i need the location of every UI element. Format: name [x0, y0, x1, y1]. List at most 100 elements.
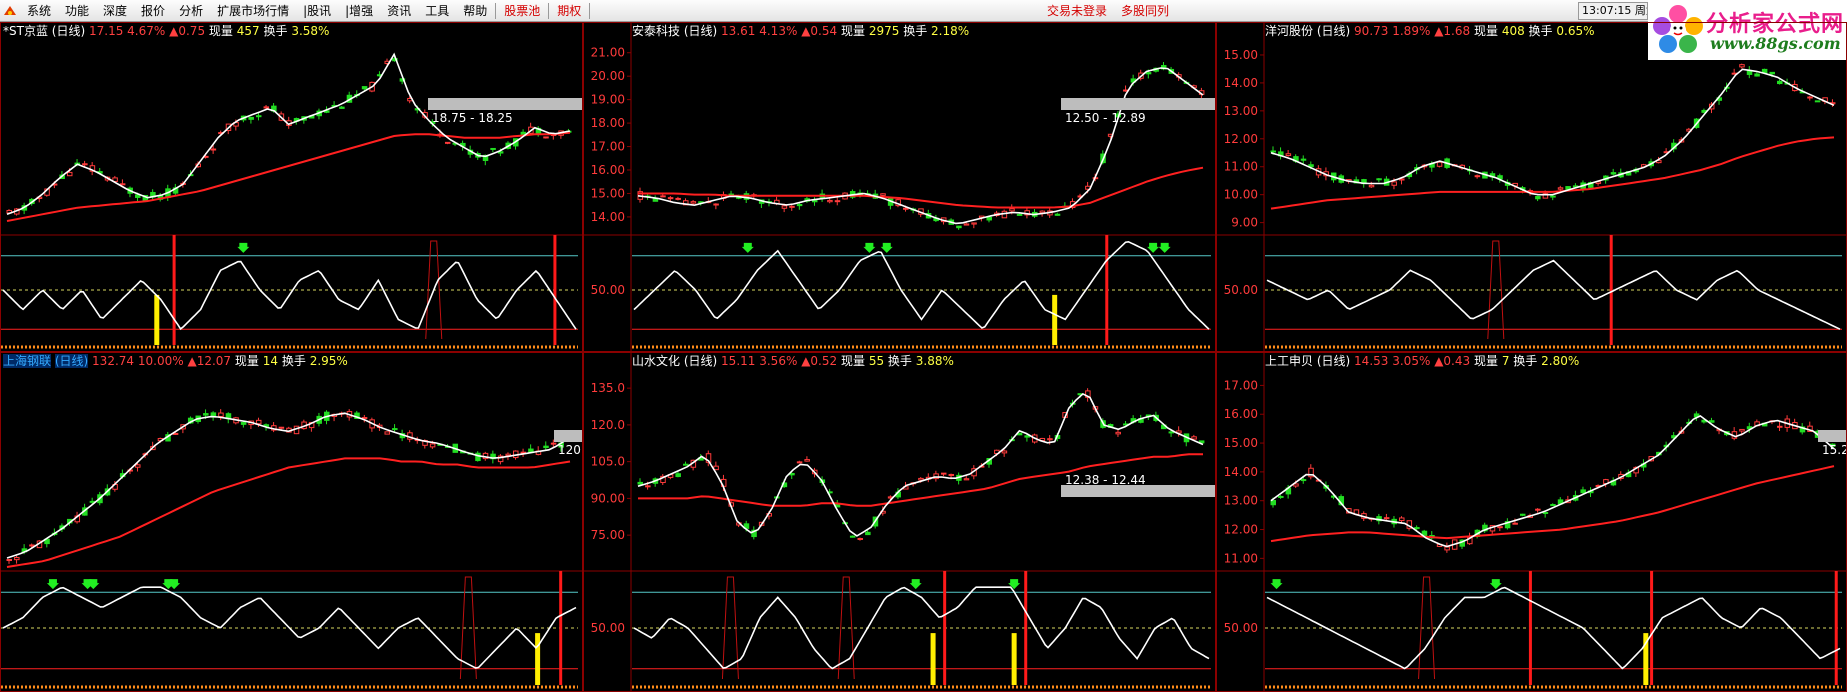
osc-tick-label: 50.00	[591, 621, 625, 635]
oscillator-line	[2, 586, 577, 669]
candle	[550, 442, 557, 445]
menu-stock-news[interactable]: |股讯	[296, 0, 338, 22]
stock-panel-1[interactable]: *ST京蓝 (日线) 17.15 4.67% ▲0.75 现量 457 换手 3…	[0, 22, 583, 352]
candle	[210, 148, 217, 151]
y-tick-label: 14.00	[1224, 465, 1258, 479]
oscillator-line	[633, 240, 1210, 330]
candle	[948, 473, 955, 476]
candle	[1708, 420, 1715, 423]
kline-chart[interactable]: 120.6	[1, 353, 583, 692]
candle	[1300, 158, 1307, 161]
red-signal-bar	[1834, 571, 1838, 685]
menu-help[interactable]: 帮助	[456, 0, 494, 22]
y-tick-label: 14.00	[591, 210, 625, 224]
buy-arrow-icon	[741, 242, 754, 253]
yellow-signal-bar	[1011, 633, 1017, 685]
candle	[963, 478, 970, 481]
menu-analysis[interactable]: 分析	[172, 0, 210, 22]
stock-panel-3[interactable]: 洋河股份 (日线) 90.73 1.89% ▲1.68 现量 408 换手 0.…	[1216, 22, 1847, 352]
candle	[903, 207, 909, 210]
osc-tick-label: 50.00	[1224, 283, 1258, 297]
y-tick-label: 13.00	[1224, 104, 1258, 118]
candle	[1054, 213, 1061, 216]
red-signal-bar	[943, 571, 947, 685]
y-tick-label: 16.00	[1224, 407, 1258, 421]
candle	[645, 485, 651, 488]
candle	[971, 222, 977, 225]
candle	[6, 559, 12, 562]
candle	[1535, 196, 1541, 200]
candle	[1001, 450, 1008, 454]
candle	[1383, 517, 1390, 520]
menu-separator	[589, 2, 591, 19]
menu-options[interactable]: 期权	[550, 0, 588, 22]
y-tick-label: 19.00	[591, 93, 625, 107]
candle	[667, 197, 674, 200]
candle	[1168, 431, 1175, 434]
fast-ma-line	[1270, 68, 1835, 196]
menu-separator	[548, 2, 550, 19]
y-tick-label: 75.00	[591, 528, 625, 542]
candle	[255, 115, 262, 118]
candle	[986, 216, 992, 221]
menu-tools[interactable]: 工具	[418, 0, 456, 22]
menu-enhance[interactable]: |增强	[338, 0, 380, 22]
kline-chart[interactable]: 15.00 14.00 13.00 12.00 11.00 10.00 9.00 50.00	[1217, 23, 1847, 352]
menu-separator	[495, 2, 497, 19]
stock-panel-2[interactable]: 安泰科技 (日线) 13.61 4.13% ▲0.54 现量 2975 换手 2…	[583, 22, 1216, 352]
candle	[429, 443, 436, 448]
candle	[940, 472, 947, 475]
buy-arrow-icon	[46, 579, 59, 590]
y-tick-label: 17.00	[591, 140, 625, 154]
menu-depth[interactable]: 深度	[96, 0, 134, 22]
menu-function[interactable]: 功能	[58, 0, 96, 22]
menu-stock-pool[interactable]: 股票池	[497, 0, 547, 22]
buy-arrow-icon	[880, 242, 893, 253]
app-logo-icon[interactable]	[0, 0, 20, 22]
candle	[1807, 96, 1813, 99]
y-tick-label: 21.00	[591, 46, 625, 60]
candle	[1580, 489, 1586, 494]
candle	[1542, 512, 1549, 515]
kline-chart[interactable]: 18.75 - 18.25	[1, 23, 583, 352]
candle	[361, 417, 368, 420]
candle	[1497, 526, 1503, 529]
fast-ma-line	[637, 392, 1204, 537]
candle	[675, 197, 681, 200]
candle	[1376, 178, 1382, 181]
candle	[263, 106, 270, 109]
candle	[1414, 527, 1420, 530]
candle	[1009, 208, 1015, 212]
kline-chart[interactable]: 21.00 20.00 19.00 18.00 17.00 16.00 15.00 14.00…	[584, 23, 1216, 352]
range-label: 15.27	[1822, 443, 1847, 457]
candle	[1512, 522, 1518, 525]
menu-info[interactable]: 资讯	[380, 0, 418, 22]
multi-stock-layout-link[interactable]: 多股同列	[1114, 0, 1176, 22]
candle	[1739, 428, 1745, 432]
kline-chart[interactable]: 135.0 120.0 105.0 90.00 75.00 12.38 - 12.44 50…	[584, 353, 1216, 692]
candle	[804, 459, 810, 462]
stock-panel-5[interactable]: 山水文化 (日线) 15.11 3.56% ▲0.52 现量 55 换手 3.8…	[583, 352, 1216, 692]
red-signal-bar	[1528, 571, 1532, 685]
kline-chart[interactable]: 17.00 16.00 15.00 14.00 13.00 12.00 11.00 15.27…	[1217, 353, 1847, 692]
candle	[1814, 100, 1821, 103]
candle	[713, 203, 719, 206]
candle	[255, 419, 262, 425]
stock-panel-4[interactable]: 上海钢联 (日线) 132.74 10.00% ▲12.07 现量 14 换手 …	[0, 352, 583, 692]
stock-panel-6[interactable]: 上工申贝 (日线) 14.53 3.05% ▲0.43 现量 7 换手 2.80…	[1216, 352, 1847, 692]
candle	[683, 463, 689, 466]
menu-quote[interactable]: 报价	[134, 0, 172, 22]
candle	[796, 461, 803, 464]
menu-extended-market[interactable]: 扩展市场行情	[210, 0, 296, 22]
slow-ma-line	[6, 457, 571, 568]
candle	[1368, 184, 1375, 188]
buy-arrow-icon	[1489, 579, 1502, 590]
menu-system[interactable]: 系统	[20, 0, 58, 22]
candle	[1047, 438, 1053, 441]
candle	[218, 412, 224, 417]
y-tick-label: 15.00	[591, 186, 625, 200]
candle	[361, 86, 368, 90]
login-status-link[interactable]: 交易未登录	[1040, 0, 1114, 22]
candle	[865, 531, 871, 536]
candle	[475, 452, 481, 462]
